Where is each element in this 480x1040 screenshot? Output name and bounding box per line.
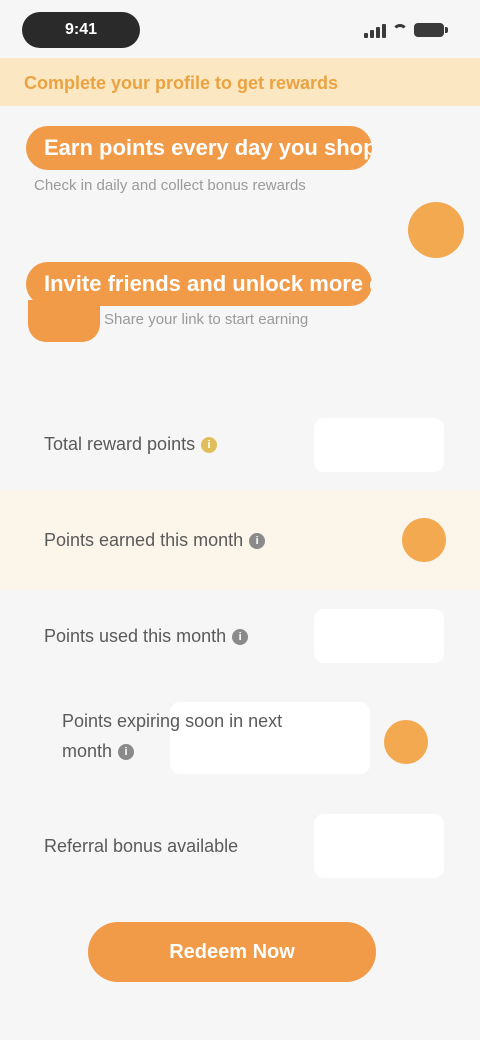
list-item-referral[interactable]: Referral bonus available bbox=[0, 800, 480, 892]
info-icon[interactable]: i bbox=[201, 437, 218, 454]
list-item-label: Points expiring soon in next month i bbox=[62, 711, 283, 761]
list-item-value bbox=[314, 418, 444, 472]
list-item-label: Total reward points i bbox=[44, 432, 218, 456]
info-icon[interactable]: i bbox=[249, 533, 266, 550]
signal-icon bbox=[364, 22, 386, 38]
info-icon[interactable]: i bbox=[118, 744, 135, 761]
app-screen: 9:41 Complete your profile to get reward… bbox=[0, 0, 480, 1040]
hero-title-daily: Earn points every day you shop bbox=[26, 126, 372, 170]
hero-reward-badge[interactable] bbox=[408, 202, 464, 258]
notice-text: Complete your profile to get rewards bbox=[24, 73, 339, 93]
list-item-used[interactable]: Points used this month i bbox=[0, 590, 480, 682]
list-item-expiring[interactable]: Points expiring soon in next month i bbox=[0, 682, 480, 792]
hero-flag-decoration bbox=[28, 300, 100, 342]
list-item-label: Points used this month i bbox=[44, 624, 249, 648]
list-item-label: Points earned this month i bbox=[44, 528, 266, 552]
hero-subtitle-invite: Share your link to start earning bbox=[104, 311, 309, 328]
status-bar: 9:41 bbox=[0, 0, 480, 58]
notice-banner[interactable]: Complete your profile to get rewards bbox=[0, 58, 480, 106]
list-item-value bbox=[314, 814, 444, 878]
wifi-icon bbox=[392, 24, 408, 36]
hero-subtitle-daily: Check in daily and collect bonus rewards bbox=[34, 177, 306, 194]
list-item-earned[interactable]: Points earned this month i bbox=[0, 490, 480, 590]
status-time: 9:41 bbox=[22, 12, 140, 48]
list-item-total-points[interactable]: Total reward points i bbox=[0, 400, 480, 490]
battery-icon bbox=[414, 23, 448, 37]
redeem-button[interactable]: Redeem Now bbox=[88, 922, 376, 982]
status-dot bbox=[402, 518, 446, 562]
status-icons bbox=[364, 20, 448, 40]
list-item-label: Referral bonus available bbox=[44, 836, 239, 856]
status-dot bbox=[384, 720, 428, 764]
list-item-value bbox=[314, 609, 444, 663]
info-icon[interactable]: i bbox=[232, 629, 249, 646]
